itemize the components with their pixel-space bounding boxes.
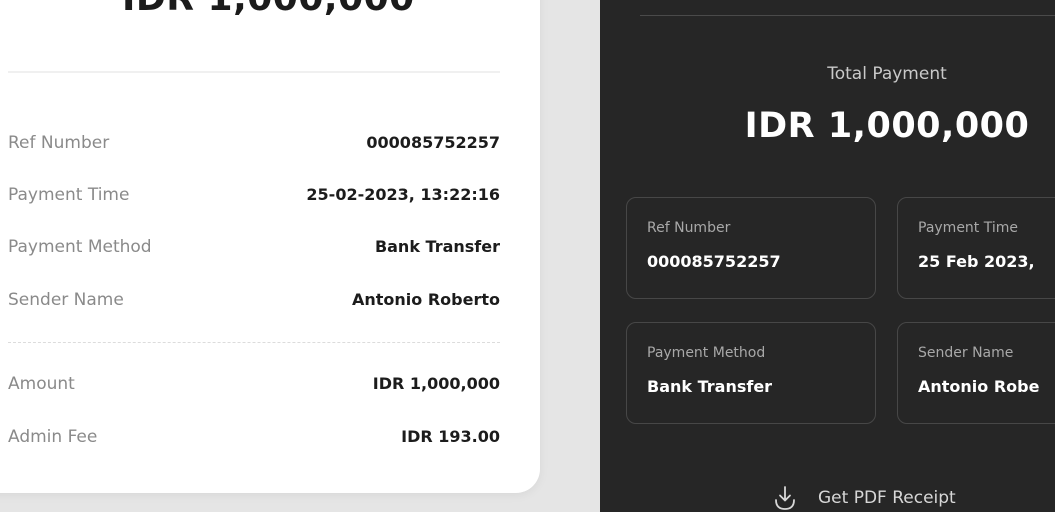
light-divider-top xyxy=(8,71,500,73)
row-label: Payment Time xyxy=(8,185,130,205)
row-value: Bank Transfer xyxy=(374,237,500,256)
receipt-screen: IDR 1,000,000 Ref Number 000085752257 Pa… xyxy=(0,0,1055,512)
row-value: IDR 193.00 xyxy=(401,427,500,446)
box-value: 25 Feb 2023, xyxy=(918,252,1035,271)
total-payment-label: Total Payment xyxy=(827,64,947,84)
dark-divider-top xyxy=(640,15,1055,16)
get-pdf-receipt-button[interactable]: Get PDF Receipt xyxy=(770,480,956,512)
light-row-sender-name: Sender Name Antonio Roberto xyxy=(8,288,500,312)
light-row-admin-fee: Admin Fee IDR 193.00 xyxy=(8,425,500,449)
row-value: 25-02-2023, 13:22:16 xyxy=(306,185,500,204)
total-payment-amount: IDR 1,000,000 xyxy=(744,106,1030,146)
box-label: Payment Method xyxy=(647,345,766,361)
info-box-ref-number: Ref Number 000085752257 xyxy=(626,197,876,299)
box-value: Bank Transfer xyxy=(647,377,773,396)
box-value: 000085752257 xyxy=(647,252,781,271)
download-icon xyxy=(775,486,795,510)
info-box-payment-time: Payment Time 25 Feb 2023, xyxy=(897,197,1055,299)
row-label: Payment Method xyxy=(8,237,152,257)
light-row-payment-method: Payment Method Bank Transfer xyxy=(8,235,500,259)
light-divider-dashed xyxy=(8,342,500,343)
box-label: Ref Number xyxy=(647,220,731,236)
box-value: Antonio Robe xyxy=(918,377,1040,396)
row-label: Sender Name xyxy=(8,290,124,310)
row-label: Amount xyxy=(8,374,75,394)
row-value: IDR 1,000,000 xyxy=(372,374,500,393)
info-box-payment-method: Payment Method Bank Transfer xyxy=(626,322,876,424)
row-label: Admin Fee xyxy=(8,427,98,447)
get-pdf-receipt-label: Get PDF Receipt xyxy=(818,488,956,508)
row-value: 000085752257 xyxy=(366,133,500,152)
light-row-payment-time: Payment Time 25-02-2023, 13:22:16 xyxy=(8,183,500,207)
row-value: Antonio Roberto xyxy=(352,290,500,309)
row-label: Ref Number xyxy=(8,133,110,153)
box-label: Sender Name xyxy=(918,345,1014,361)
light-row-amount: Amount IDR 1,000,000 xyxy=(8,372,500,396)
light-total-amount: IDR 1,000,000 xyxy=(122,0,415,19)
box-label: Payment Time xyxy=(918,220,1019,236)
light-row-ref-number: Ref Number 000085752257 xyxy=(8,131,500,155)
info-box-sender-name: Sender Name Antonio Robe xyxy=(897,322,1055,424)
